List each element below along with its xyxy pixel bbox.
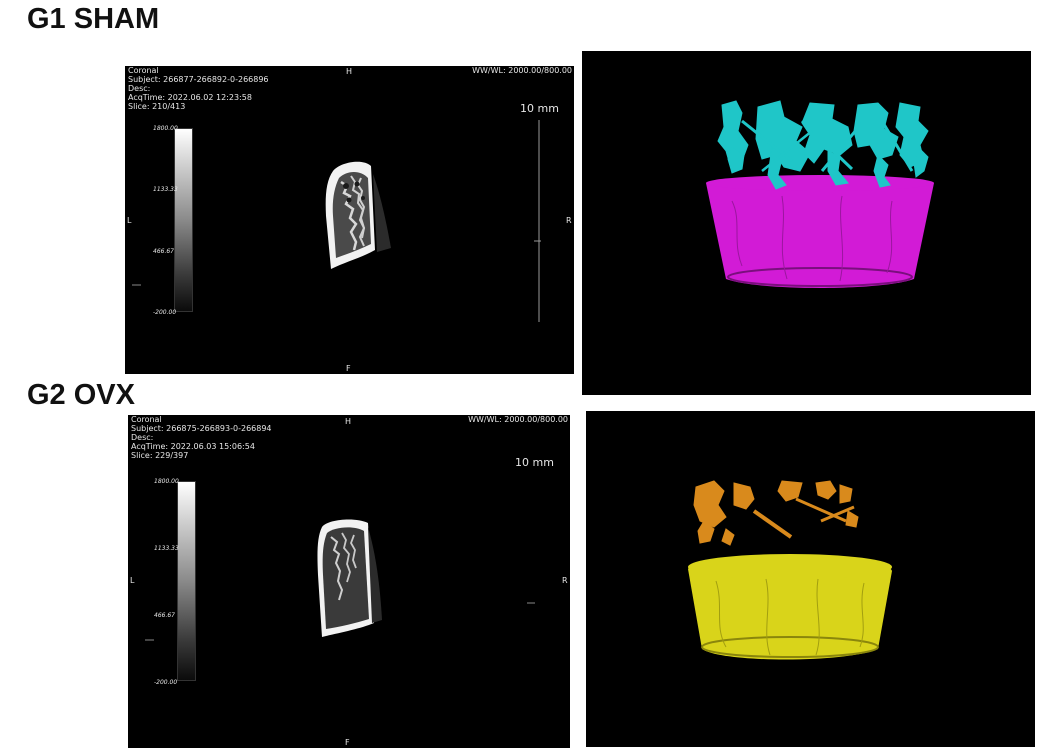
ct-info-overlay-g1: Coronal Subject: 266877-266892-0-266896 …: [128, 66, 269, 111]
colorbar-tick-high: 1133.33: [154, 545, 179, 552]
group-title-g2: G2 OVX: [27, 379, 135, 411]
grayscale-colorbar: [177, 481, 196, 681]
bone-3d-render-g1[interactable]: [582, 51, 1031, 395]
ct-slice-viewer-g1[interactable]: Coronal Subject: 266877-266892-0-266896 …: [125, 66, 574, 374]
colorbar-tick-max: 1800.00: [153, 125, 178, 132]
acquisition-time-label: AcqTime: 2022.06.03 15:06:54: [131, 442, 255, 451]
bone-slice-g2: [317, 519, 382, 637]
window-level-label: WW/WL: 2000.00/800.00: [468, 415, 568, 424]
colorbar-tick-high: 1133.33: [153, 186, 178, 193]
group-title-g1: G1 SHAM: [27, 3, 160, 35]
trabecular-bone-g2: [693, 480, 859, 546]
view-plane-label: Coronal: [131, 415, 162, 424]
orientation-left-label: L: [130, 576, 135, 585]
description-label: Desc:: [128, 84, 151, 93]
window-level-label: WW/WL: 2000.00/800.00: [472, 66, 572, 75]
bone-3d-model-g2: [688, 480, 892, 660]
orientation-right-label: R: [566, 216, 572, 225]
scale-bar-label: 10 mm: [520, 102, 559, 115]
scale-bar-label: 10 mm: [515, 456, 554, 469]
orientation-top-label: H: [345, 417, 352, 426]
acquisition-time-label: AcqTime: 2022.06.02 12:23:58: [128, 93, 252, 102]
colorbar-tick-low: 466.67: [153, 248, 174, 255]
bone-slice-g1: [325, 161, 391, 269]
orientation-left-label: L: [127, 216, 132, 225]
orientation-right-label: R: [562, 576, 568, 585]
bone-3d-model-g1: [706, 100, 934, 288]
grayscale-colorbar: [174, 128, 193, 312]
subject-id-label: Subject: 266875-266893-0-266894: [131, 424, 272, 433]
orientation-bottom-label: F: [345, 738, 350, 747]
view-plane-label: Coronal: [128, 66, 159, 75]
ct-slice-viewer-g2[interactable]: Coronal Subject: 266875-266893-0-266894 …: [128, 415, 570, 748]
colorbar-tick-min: -200.00: [154, 679, 178, 686]
colorbar-tick-low: 466.67: [154, 612, 175, 619]
cortical-bone-g1: [706, 175, 934, 288]
colorbar-tick-min: -200.00: [153, 309, 177, 316]
orientation-bottom-label: F: [346, 364, 351, 373]
slice-index-label: Slice: 229/397: [131, 451, 189, 460]
orientation-top-label: H: [346, 67, 353, 76]
colorbar-tick-max: 1800.00: [154, 478, 179, 485]
slice-index-label: Slice: 210/413: [128, 102, 186, 111]
description-label: Desc:: [131, 433, 154, 442]
ct-info-overlay-g2: Coronal Subject: 266875-266893-0-266894 …: [131, 415, 272, 460]
bone-3d-render-g2[interactable]: [586, 411, 1035, 747]
cortical-bone-g2: [688, 554, 892, 660]
subject-id-label: Subject: 266877-266892-0-266896: [128, 75, 269, 84]
